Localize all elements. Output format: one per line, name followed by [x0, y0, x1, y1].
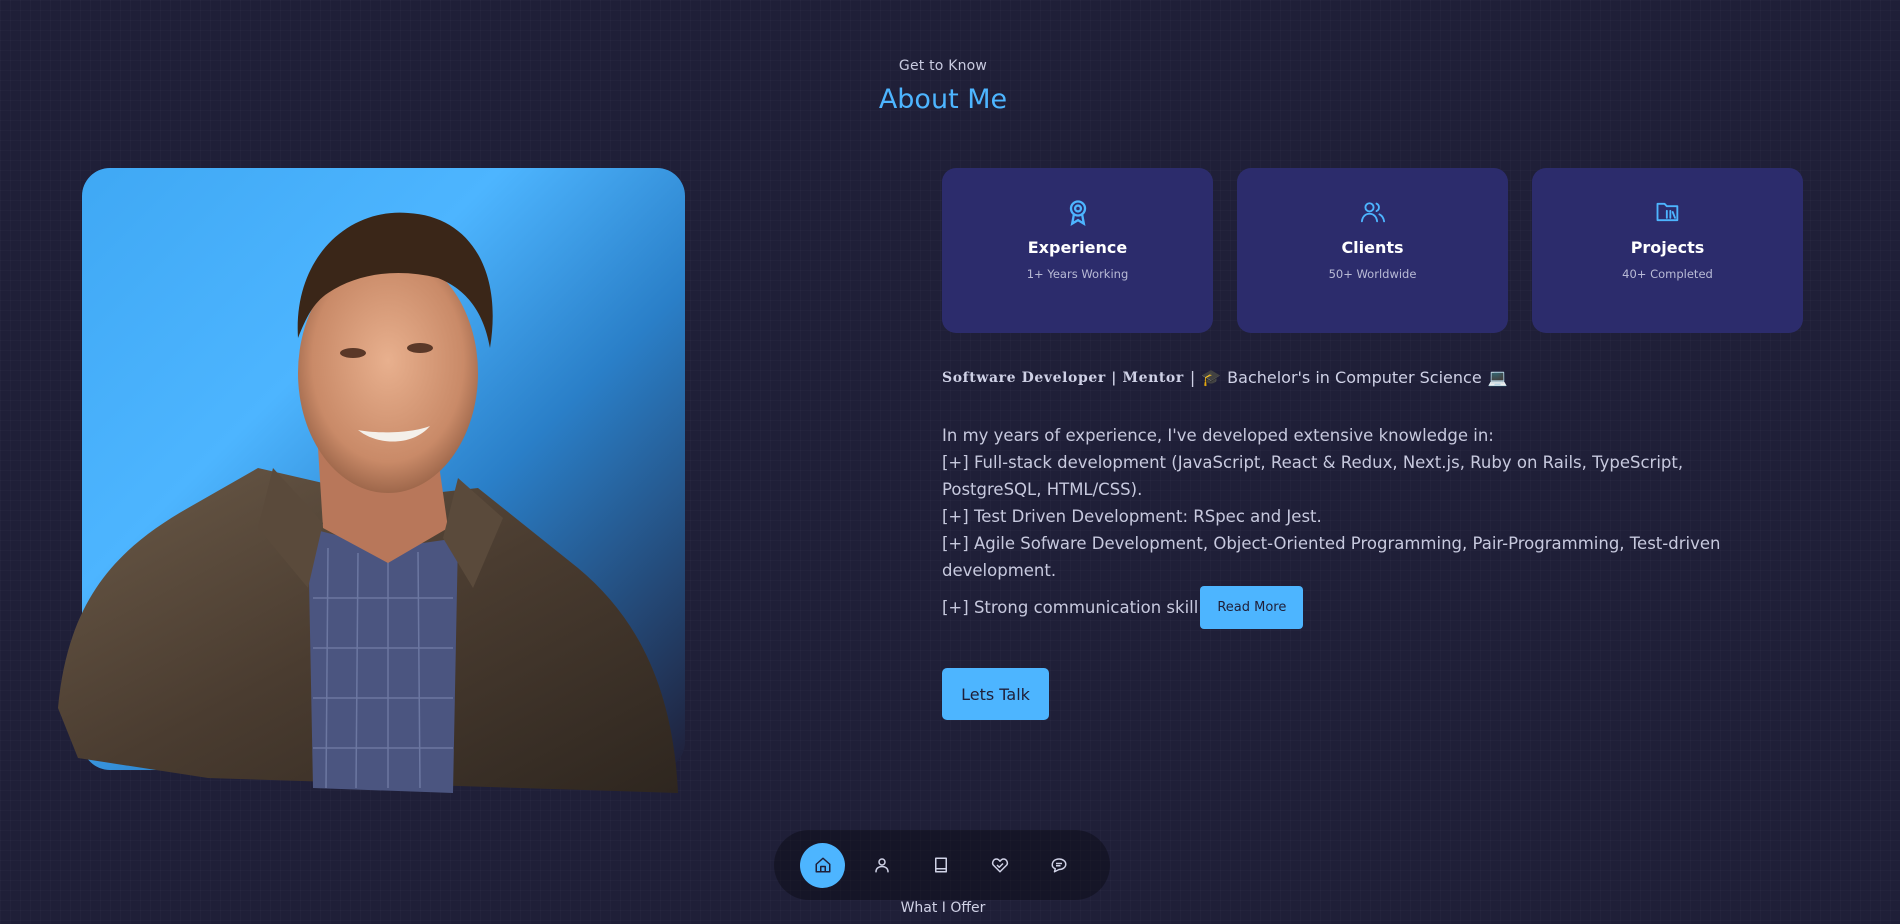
card-subtitle: 40+ Completed	[1622, 267, 1713, 281]
role-text: Software Developer | Mentor	[942, 369, 1184, 386]
card-subtitle: 1+ Years Working	[1026, 267, 1129, 281]
section-header: Get to Know About Me	[0, 58, 1886, 115]
skill-line: [+] Full-stack development (JavaScript, …	[942, 453, 1684, 499]
computer-icon: 💻	[1487, 368, 1508, 387]
stats-cards: Experience 1+ Years Working Clients 50+ …	[942, 168, 1803, 333]
separator: |	[1189, 368, 1196, 387]
home-icon	[815, 857, 830, 873]
nav-about[interactable]	[859, 843, 904, 888]
clients-card: Clients 50+ Worldwide	[1237, 168, 1508, 333]
services-icon	[991, 858, 1008, 873]
message-icon	[1051, 858, 1066, 873]
degree-text: Bachelor's in Computer Science	[1227, 368, 1482, 387]
card-title: Experience	[1027, 238, 1128, 257]
card-subtitle: 50+ Worldwide	[1328, 267, 1417, 281]
nav-home[interactable]	[800, 842, 845, 888]
read-more-button[interactable]: Read More	[1200, 586, 1304, 629]
card-title: Projects	[1630, 238, 1705, 257]
profile-photo-frame	[58, 168, 685, 793]
book-icon	[934, 857, 947, 873]
award-icon	[1069, 200, 1086, 226]
profile-photo	[58, 212, 678, 793]
skill-line-truncated: [+] Strong communication skill Read More	[942, 586, 1782, 629]
nav-experience[interactable]	[918, 843, 963, 888]
section-title: About Me	[878, 84, 1008, 115]
projects-card: Projects 40+ Completed	[1532, 168, 1803, 333]
skill-line: [+] Strong communication skill	[942, 598, 1199, 617]
experience-card: Experience 1+ Years Working	[942, 168, 1213, 333]
tagline: Software Developer | Mentor | 🎓 Bachelor…	[942, 368, 1508, 387]
section-subtitle: Get to Know	[898, 58, 988, 74]
bottom-nav	[774, 830, 1110, 900]
about-intro: In my years of experience, I've develope…	[942, 426, 1494, 445]
about-description: In my years of experience, I've develope…	[942, 422, 1782, 629]
folder-icon	[1656, 202, 1678, 222]
nav-contact[interactable]	[1036, 843, 1081, 888]
nav-services[interactable]	[977, 843, 1022, 888]
user-icon	[874, 858, 889, 873]
card-title: Clients	[1341, 238, 1404, 257]
graduation-cap-icon: 🎓	[1201, 368, 1222, 387]
skill-line: [+] Test Driven Development: RSpec and J…	[942, 507, 1322, 526]
next-section-label: What I Offer	[900, 900, 986, 916]
skill-line: [+] Agile Sofware Development, Object-Or…	[942, 534, 1721, 580]
users-icon	[1360, 202, 1385, 223]
lets-talk-button[interactable]: Lets Talk	[942, 668, 1049, 720]
